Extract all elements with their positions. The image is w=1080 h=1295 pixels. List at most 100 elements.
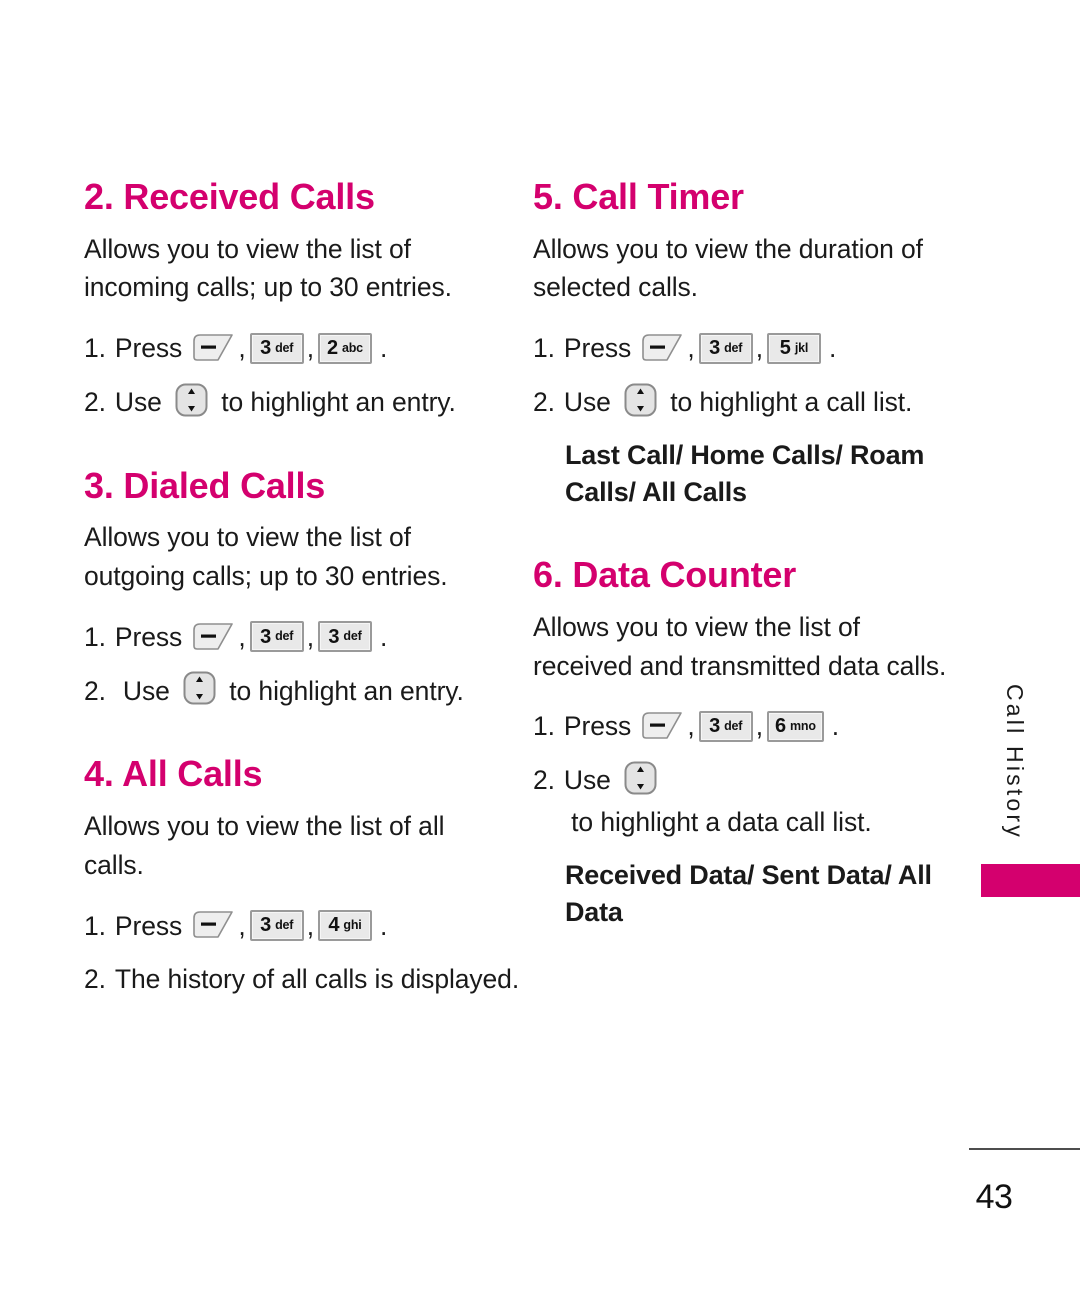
- key-letters: def: [724, 340, 743, 355]
- navigation-up-down-key-icon: [175, 383, 208, 417]
- step-content: Use to highlight an entry.: [123, 671, 504, 712]
- step-content: Press , 3 def, 4 ghi.: [115, 907, 504, 947]
- comma-separator: ,: [306, 621, 314, 652]
- manual-page: 2. Received Calls Allows you to view the …: [0, 0, 1080, 1295]
- step-content: Use to highlight an entry.: [115, 383, 504, 423]
- menu-softkey-icon: [192, 332, 234, 362]
- comma-separator: ,: [238, 910, 246, 941]
- step-text: Press: [114, 621, 190, 652]
- key-digit: 3: [260, 337, 272, 360]
- period-mark: .: [828, 333, 837, 364]
- side-tab-chapter-label: Call History: [1002, 684, 1028, 840]
- section-title: 6. Data Counter: [533, 554, 797, 596]
- key-digit: 4: [328, 914, 340, 937]
- instruction-step: 2. Use to highlight a data call list.: [533, 761, 963, 843]
- keypad-key-2: 2 abc: [317, 332, 372, 364]
- key-letters: ghi: [343, 918, 362, 933]
- key-digit: 3: [260, 914, 272, 937]
- instruction-step: 1. Press , 3 def, 4 ghi.: [84, 907, 504, 947]
- key-digit: 6: [774, 715, 786, 738]
- step-text: to highlight an entry.: [214, 386, 456, 417]
- section-option-list: Last Call/ Home Calls/ Roam Calls/ All C…: [565, 439, 925, 508]
- section-title: 2. Received Calls: [84, 176, 375, 217]
- step-text: Use: [563, 765, 618, 796]
- section-description: Allows you to view the list of incoming …: [84, 233, 452, 303]
- section-description: Allows you to view the list of outgoing …: [84, 522, 448, 592]
- key-digit: 3: [260, 625, 272, 648]
- step-text: Press: [114, 333, 190, 364]
- menu-softkey-icon: [192, 909, 234, 939]
- step-content: The history of all calls is displayed.: [115, 960, 519, 1000]
- step-text: The history of all calls is displayed.: [114, 964, 520, 995]
- period-mark: .: [379, 910, 388, 941]
- left-column: 2. Received Calls Allows you to view the …: [84, 176, 519, 1014]
- step-content: Press , 3 def, 2 abc.: [115, 329, 504, 369]
- instruction-step: 1. Press , 3 def, 6 mno.: [533, 707, 963, 747]
- step-number: 1.: [84, 910, 106, 941]
- key-digit: 5: [779, 337, 791, 360]
- step-number: 1.: [533, 333, 555, 364]
- instruction-step: 2. Use to highlight an entry.: [84, 383, 504, 423]
- step-number: 2.: [533, 386, 555, 417]
- comma-separator: ,: [238, 621, 246, 652]
- section-option-list: Received Data/ Sent Data/ All Data: [565, 859, 932, 928]
- keypad-key-6: 6 mno: [766, 710, 824, 742]
- key-digit: 2: [326, 337, 338, 360]
- navigation-up-down-key-icon: [624, 383, 657, 417]
- step-content: Press , 3 def, 6 mno.: [564, 707, 963, 747]
- step-content: Press , 3 def, 5 jkl.: [564, 329, 963, 369]
- comma-separator: ,: [306, 333, 314, 364]
- key-letters: jkl: [794, 340, 809, 355]
- navigation-up-down-key-icon: [183, 671, 216, 705]
- key-digit: 3: [709, 715, 721, 738]
- footer-divider: [969, 1148, 1080, 1150]
- step-text: to highlight a data call list.: [563, 806, 872, 837]
- step-text: Use: [114, 386, 169, 417]
- step-content: Use to highlight a data call list.: [564, 761, 963, 843]
- key-digit: 3: [709, 337, 721, 360]
- side-tab-marker: [981, 864, 1080, 897]
- step-number: 2.: [84, 964, 106, 995]
- instruction-step: 1. Press , 3 def, 5 jkl.: [533, 329, 963, 369]
- step-text: Use: [563, 386, 618, 417]
- key-letters: def: [275, 340, 294, 355]
- section-description: Allows you to view the list of received …: [533, 612, 947, 681]
- period-mark: .: [379, 333, 388, 364]
- menu-softkey-icon: [641, 332, 683, 362]
- instruction-step: 2. The history of all calls is displayed.: [84, 960, 519, 1000]
- step-number: 1.: [84, 621, 106, 652]
- step-number: 1.: [84, 333, 106, 364]
- comma-separator: ,: [687, 333, 695, 364]
- keypad-key-4: 4 ghi: [317, 909, 372, 941]
- step-text: to highlight an entry.: [222, 675, 464, 706]
- keypad-key-3: 3 def: [249, 909, 304, 941]
- step-number: 2.: [533, 765, 555, 796]
- step-content: Press , 3 def, 3 def.: [115, 618, 504, 658]
- key-letters: def: [275, 918, 294, 933]
- keypad-key-3: 3 def: [249, 332, 304, 364]
- step-number: 1.: [533, 711, 555, 742]
- key-letters: def: [724, 719, 743, 734]
- navigation-up-down-key-icon: [624, 761, 657, 795]
- section-title: 5. Call Timer: [533, 176, 744, 217]
- comma-separator: ,: [687, 711, 695, 742]
- period-mark: .: [831, 711, 840, 742]
- step-text: Press: [114, 910, 190, 941]
- keypad-key-3: 3 def: [317, 621, 372, 653]
- instruction-step: 2. Use to highlight a call list.: [533, 383, 963, 423]
- key-letters: abc: [341, 340, 363, 355]
- page-number: 43: [975, 1178, 1013, 1216]
- key-letters: def: [343, 629, 362, 644]
- keypad-key-3: 3 def: [249, 621, 304, 653]
- comma-separator: ,: [238, 333, 246, 364]
- step-content: Use to highlight a call list.: [564, 383, 963, 423]
- instruction-step: 1. Press , 3 def, 2 abc.: [84, 329, 504, 369]
- comma-separator: ,: [755, 333, 763, 364]
- step-text: Press: [563, 333, 639, 364]
- step-number: 2.: [84, 675, 106, 706]
- menu-softkey-icon: [192, 621, 234, 651]
- section-description: Allows you to view the duration of selec…: [533, 233, 923, 303]
- step-number: 2.: [84, 386, 106, 417]
- period-mark: .: [379, 621, 388, 652]
- instruction-step: 2. Use to highlight an entry.: [84, 671, 504, 712]
